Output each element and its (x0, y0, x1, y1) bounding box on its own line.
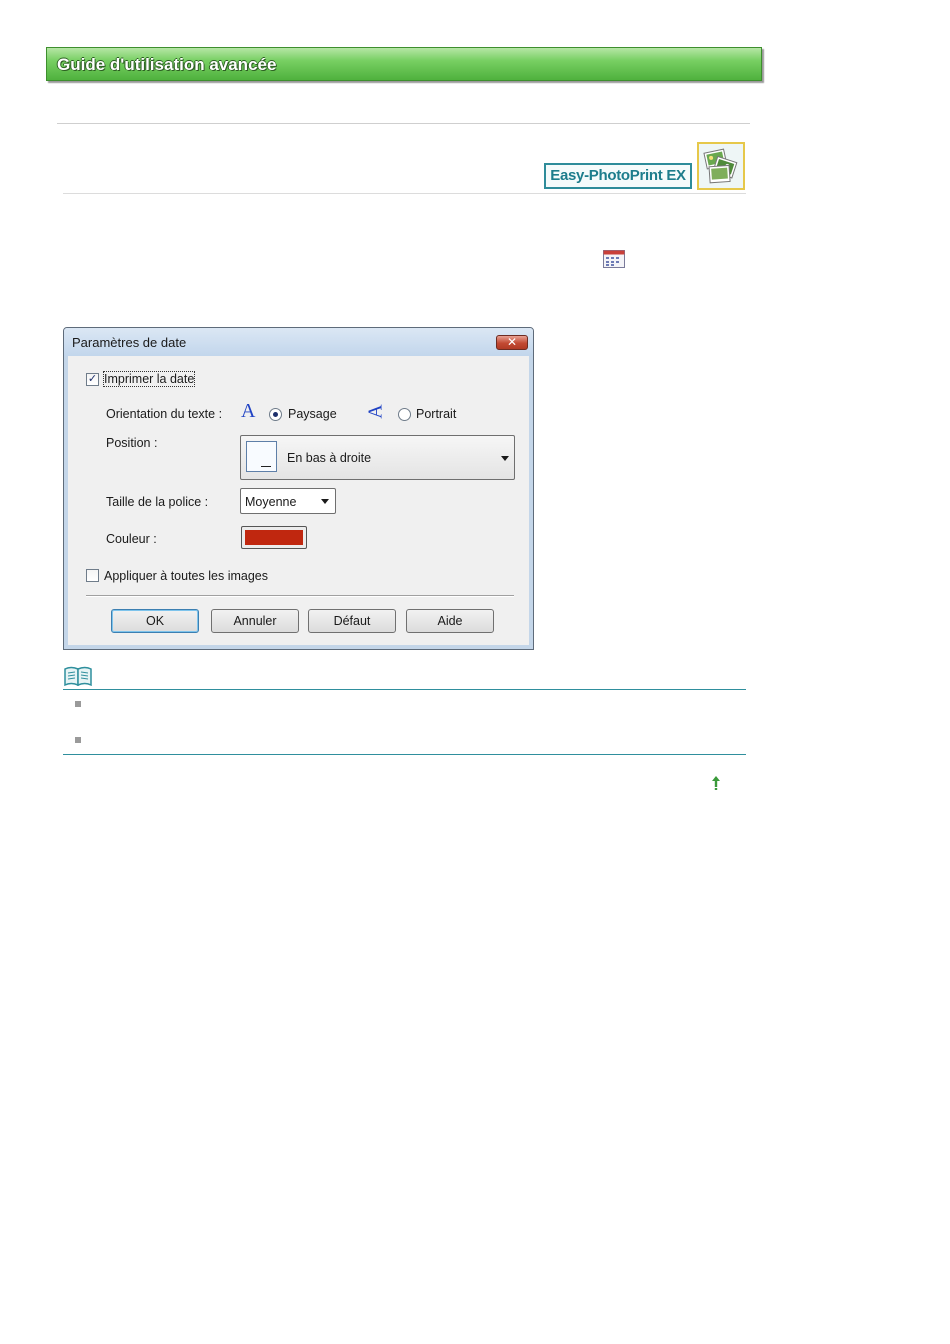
chevron-down-icon (321, 499, 329, 504)
book-icon (64, 666, 92, 687)
font-size-dropdown[interactable]: Moyenne (240, 488, 336, 514)
position-label: Position : (106, 436, 158, 450)
default-button[interactable]: Défaut (308, 609, 396, 633)
product-badge: Easy-PhotoPrint EX (544, 163, 692, 189)
dialog-client: ✓ Imprimer la date Orientation du texte … (69, 356, 528, 645)
font-size-value: Moyenne (245, 495, 297, 509)
close-button[interactable]: ✕ (496, 335, 528, 350)
orientation-portrait-label[interactable]: Portrait (416, 407, 456, 421)
note-bullet (75, 737, 81, 743)
print-date-checkbox[interactable]: ✓ (86, 373, 99, 386)
date-settings-dialog: Paramètres de date ✕ ✓ Imprimer la date … (63, 327, 534, 650)
position-dropdown[interactable]: En bas à droite (240, 435, 515, 480)
color-picker-button[interactable] (241, 526, 307, 549)
photos-stack-icon (697, 142, 745, 190)
orientation-portrait-radio[interactable] (398, 408, 411, 421)
top-divider (57, 123, 750, 124)
portrait-a-icon: A (364, 404, 387, 419)
orientation-landscape-radio[interactable] (269, 408, 282, 421)
apply-all-label[interactable]: Appliquer à toutes les images (104, 569, 268, 583)
guide-header: Guide d'utilisation avancée (46, 47, 762, 81)
color-swatch (245, 530, 303, 545)
chevron-down-icon (501, 456, 509, 461)
color-label: Couleur : (106, 532, 157, 546)
ok-button[interactable]: OK (111, 609, 199, 633)
orientation-label: Orientation du texte : (106, 407, 223, 421)
dialog-title: Paramètres de date (72, 335, 187, 350)
orientation-landscape-label[interactable]: Paysage (288, 407, 337, 421)
help-button[interactable]: Aide (406, 609, 494, 633)
font-size-label: Taille de la police : (106, 495, 209, 509)
position-value: En bas à droite (287, 451, 372, 465)
note-bottom-line (63, 754, 746, 755)
position-preview-icon (246, 441, 277, 472)
calendar-icon (603, 250, 625, 268)
guide-title: Guide d'utilisation avancée (57, 55, 277, 74)
note-bullet (75, 701, 81, 707)
cancel-button[interactable]: Annuler (211, 609, 299, 633)
section-divider (63, 193, 746, 194)
apply-all-checkbox[interactable] (86, 569, 99, 582)
dialog-separator (86, 595, 514, 597)
landscape-a-icon: A (241, 400, 256, 422)
dialog-titlebar[interactable]: Paramètres de date ✕ (64, 328, 533, 356)
print-date-label[interactable]: Imprimer la date (102, 371, 196, 387)
note-top-line (63, 689, 746, 690)
up-arrow-icon[interactable] (710, 775, 722, 791)
